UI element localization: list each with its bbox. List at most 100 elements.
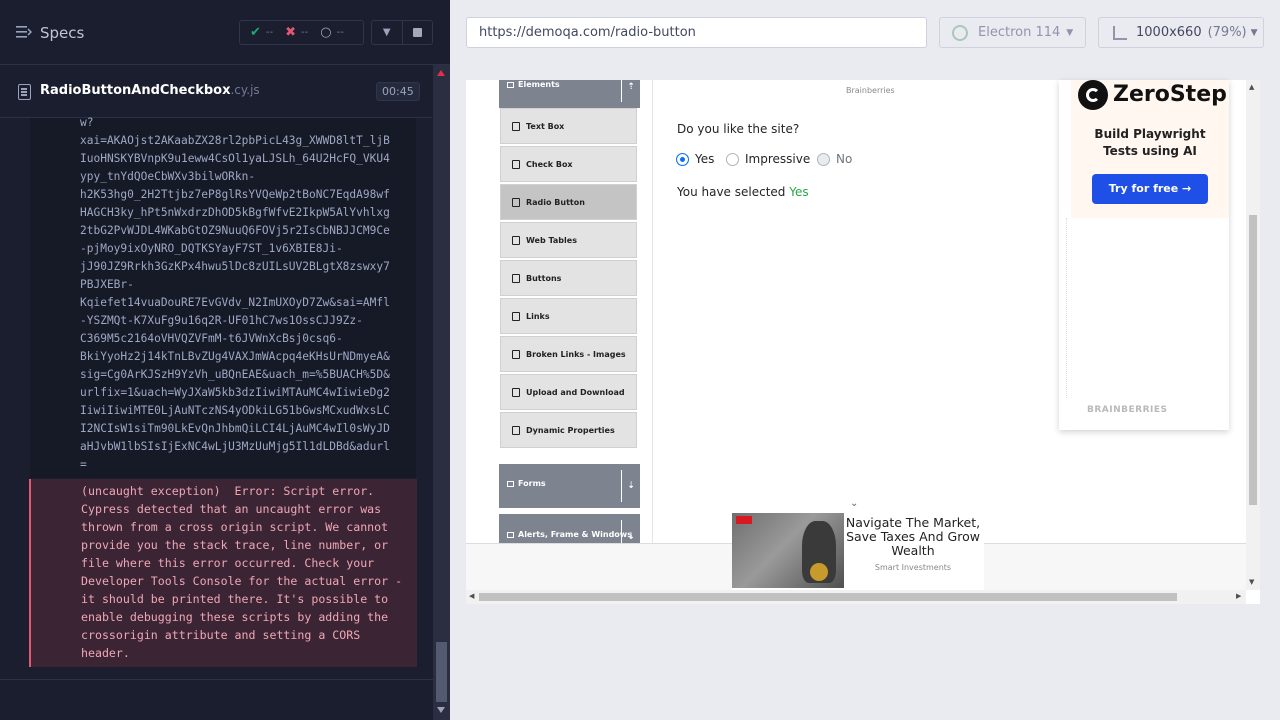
selection-result: You have selected Yes xyxy=(677,185,809,199)
doc-icon xyxy=(512,197,520,207)
viewport-icon xyxy=(1113,25,1127,40)
alerts-label: Alerts, Frame & Windows xyxy=(518,530,632,539)
chevron-down-icon: ▼ xyxy=(1066,27,1074,38)
brainberries-label[interactable]: Brainberries xyxy=(846,86,895,95)
alerts-group-title: Alerts, Frame & Windows xyxy=(507,530,632,539)
passed-stat: ✔ -- xyxy=(250,25,273,40)
doc-icon xyxy=(507,532,514,538)
expand-icon[interactable]: ⇣ xyxy=(621,520,640,543)
selection-value: Yes xyxy=(789,185,809,199)
menu-item-label: Links xyxy=(526,311,550,321)
spec-file-name: RadioButtonAndCheckbox.cy.js xyxy=(40,83,260,98)
stop-icon[interactable] xyxy=(403,21,433,44)
sidebar-divider xyxy=(652,80,653,543)
viewport-size: 1000x660 xyxy=(1136,25,1202,40)
menu-item-label: Check Box xyxy=(526,159,573,169)
aut-horizontal-thumb[interactable] xyxy=(479,593,1177,601)
question-text: Do you like the site? xyxy=(677,122,800,136)
radio-impressive-input[interactable] xyxy=(726,152,739,166)
scroll-up-arrow[interactable]: ▲ xyxy=(1249,83,1254,91)
menu-item-dynamic-properties[interactable]: Dynamic Properties xyxy=(500,412,637,448)
aut-vertical-thumb[interactable] xyxy=(1249,215,1257,505)
scroll-left-arrow[interactable]: ◀ xyxy=(469,592,474,600)
spec-row[interactable]: RadioButtonAndCheckbox.cy.js 00:45 xyxy=(0,65,432,118)
specs-icon[interactable] xyxy=(16,25,32,39)
scroll-down-arrow[interactable]: ▼ xyxy=(1249,578,1254,586)
zerostep-tagline: Build Playwright Tests using AI xyxy=(1094,127,1206,158)
doc-icon xyxy=(512,273,520,283)
radio-yes-label[interactable]: Yes xyxy=(695,152,714,166)
doc-icon xyxy=(512,311,520,321)
failed-stat: ✖ -- xyxy=(285,25,308,40)
log-scrollbar[interactable] xyxy=(433,65,450,720)
menu-item-web-tables[interactable]: Web Tables xyxy=(500,222,637,258)
forms-label: Forms xyxy=(518,479,546,488)
radio-no: No xyxy=(817,152,852,166)
doc-icon xyxy=(512,159,520,169)
spinner-icon: ○ xyxy=(320,25,332,40)
radio-yes-input[interactable] xyxy=(676,152,689,166)
scroll-up-arrow[interactable] xyxy=(437,70,445,76)
menu-item-text-box[interactable]: Text Box xyxy=(500,108,637,144)
menu-item-label: Broken Links - Images xyxy=(526,349,626,359)
browser-selector[interactable]: Electron 114 ▼ xyxy=(939,17,1086,48)
coin-icon xyxy=(810,563,828,581)
browser-label: Electron 114 xyxy=(978,25,1061,40)
viewport-selector[interactable]: 1000x660 (79%) ▼ xyxy=(1098,17,1264,48)
bottom-ad-title[interactable]: Navigate The Market, Save Taxes And Grow… xyxy=(845,516,981,558)
specs-label[interactable]: Specs xyxy=(40,24,84,42)
check-icon: ✔ xyxy=(250,25,261,40)
menu-item-radio-button[interactable]: Radio Button xyxy=(500,184,637,220)
passed-count: -- xyxy=(265,27,274,38)
menu-item-buttons[interactable]: Buttons xyxy=(500,260,637,296)
bottom-ad-source[interactable]: Smart Investments xyxy=(845,563,981,572)
pending-count: -- xyxy=(336,27,344,38)
chevron-down-icon[interactable]: ▼ xyxy=(372,21,403,44)
electron-icon xyxy=(952,24,968,41)
scroll-right-arrow[interactable]: ▶ xyxy=(1236,592,1241,600)
brainberries-ad-label[interactable]: BRAINBERRIES xyxy=(1087,405,1167,415)
elements-label: Elements xyxy=(518,80,560,89)
error-message: (uncaught exception) Error: Script error… xyxy=(81,484,403,660)
radio-impressive-label[interactable]: Impressive xyxy=(745,152,810,166)
alerts-group-header[interactable]: Alerts, Frame & Windows ⇣ xyxy=(499,514,640,543)
panel-divider xyxy=(0,679,433,680)
bottom-ad-image[interactable] xyxy=(732,513,844,588)
menu-item-label: Dynamic Properties xyxy=(526,425,615,435)
runner-header: Specs ✔ -- ✖ -- ○ -- ▼ xyxy=(0,0,450,64)
doc-icon xyxy=(507,481,514,487)
file-icon xyxy=(18,84,31,100)
menu-item-links[interactable]: Links xyxy=(500,298,637,334)
log-scroll-thumb[interactable] xyxy=(436,642,447,702)
doc-icon xyxy=(512,425,520,435)
doc-icon xyxy=(512,349,520,359)
elements-group-header[interactable]: Elements ⇡ xyxy=(499,80,640,108)
spec-duration: 00:45 xyxy=(376,82,420,101)
viewport-scale: (79%) xyxy=(1207,25,1247,40)
ad-divider xyxy=(1066,218,1069,398)
radio-no-input xyxy=(817,152,830,166)
expand-icon[interactable]: ⇣ xyxy=(621,470,640,502)
scroll-down-arrow[interactable] xyxy=(437,707,445,713)
radio-yes[interactable]: Yes xyxy=(676,152,714,166)
failed-count: -- xyxy=(301,27,309,38)
forms-group-header[interactable]: Forms ⇣ xyxy=(499,464,640,508)
x-icon: ✖ xyxy=(285,25,297,40)
menu-item-broken-links[interactable]: Broken Links - Images xyxy=(500,336,637,372)
menu-item-upload-download[interactable]: Upload and Download xyxy=(500,374,637,410)
try-free-button[interactable]: Try for free → xyxy=(1092,174,1208,204)
collapse-icon[interactable]: ⇡ xyxy=(621,80,640,102)
url-bar[interactable]: https://demoqa.com/radio-button xyxy=(466,17,927,48)
radio-no-label: No xyxy=(836,152,853,166)
doc-icon xyxy=(512,235,520,245)
menu-item-label: Web Tables xyxy=(526,235,577,245)
menu-item-check-box[interactable]: Check Box xyxy=(500,146,637,182)
stats-bar: ✔ -- ✖ -- ○ -- xyxy=(239,20,364,45)
menu-item-label: Radio Button xyxy=(526,197,585,207)
radio-impressive[interactable]: Impressive xyxy=(726,152,810,166)
menu-item-label: Text Box xyxy=(526,121,565,131)
forms-group-title: Forms xyxy=(507,479,546,488)
chevron-down-icon[interactable]: ⌄ xyxy=(850,498,858,509)
elements-group-title: Elements xyxy=(507,80,560,89)
zerostep-name: ZeroStep xyxy=(1113,82,1227,107)
